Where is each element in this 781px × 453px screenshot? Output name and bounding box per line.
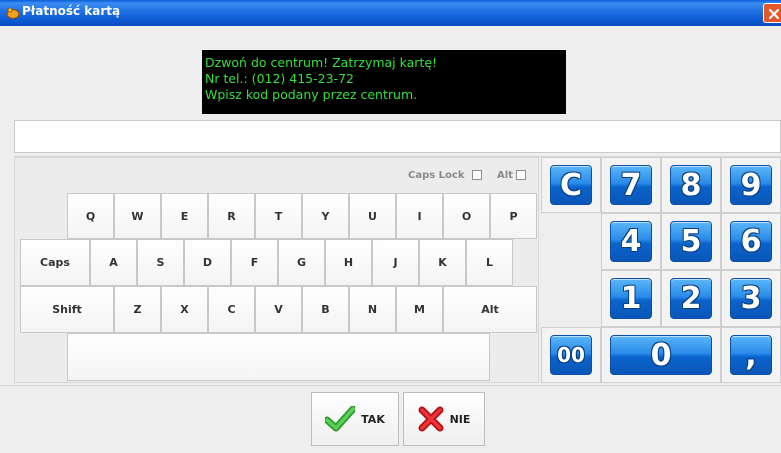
numpad-key-9[interactable]: 9: [721, 157, 781, 213]
close-button[interactable]: [763, 3, 781, 23]
key-t[interactable]: T: [255, 193, 302, 239]
key-p[interactable]: P: [490, 193, 537, 239]
code-input[interactable]: [14, 120, 781, 153]
numpad-key-8[interactable]: 8: [661, 157, 721, 213]
key-j[interactable]: J: [372, 239, 419, 286]
key-label: 0: [610, 335, 712, 375]
numpad-key-6[interactable]: 6: [721, 213, 781, 270]
key-label: 7: [610, 165, 652, 205]
key-w[interactable]: W: [114, 193, 161, 239]
numpad-key-5[interactable]: 5: [661, 213, 721, 270]
key-c[interactable]: C: [208, 286, 255, 333]
message-line: Wpisz kod podany przez centrum.: [205, 87, 418, 102]
key-b[interactable]: B: [302, 286, 349, 333]
numpad-key-clear[interactable]: C: [541, 157, 601, 213]
red-x-icon: [418, 406, 444, 432]
message-panel: Dzwoń do centrum! Zatrzymaj kartę! Nr te…: [202, 50, 566, 114]
numpad-key-1[interactable]: 1: [601, 270, 661, 327]
numpad-key-3[interactable]: 3: [721, 270, 781, 327]
numpad: C 7 8 9 4 5 6 1 2 3 00 0 ,: [541, 157, 781, 383]
green-check-icon: [325, 406, 356, 432]
key-a[interactable]: A: [90, 239, 137, 286]
title-bar[interactable]: Płatność kartą: [0, 0, 781, 26]
cancel-label: NIE: [449, 412, 471, 426]
key-u[interactable]: U: [349, 193, 396, 239]
key-z[interactable]: Z: [114, 286, 161, 333]
key-h[interactable]: H: [325, 239, 372, 286]
alt-checkbox[interactable]: [516, 170, 526, 180]
key-label: 1: [610, 278, 652, 319]
key-label: 00: [550, 335, 592, 375]
key-e[interactable]: E: [161, 193, 208, 239]
key-s[interactable]: S: [137, 239, 184, 286]
numpad-key-00[interactable]: 00: [541, 327, 601, 383]
key-label: ,: [730, 335, 772, 375]
key-label: 5: [670, 221, 712, 262]
numpad-key-4[interactable]: 4: [601, 213, 661, 270]
key-label: 8: [670, 165, 712, 205]
key-d[interactable]: D: [184, 239, 231, 286]
app-icon: [6, 7, 20, 19]
key-space[interactable]: [67, 333, 490, 381]
message-line: Nr tel.: (012) 415-23-72: [205, 71, 354, 86]
key-g[interactable]: G: [278, 239, 325, 286]
key-label: 3: [730, 278, 772, 319]
message-line: Dzwoń do centrum! Zatrzymaj kartę!: [205, 55, 438, 70]
key-v[interactable]: V: [255, 286, 302, 333]
numpad-key-2[interactable]: 2: [661, 270, 721, 327]
key-caps[interactable]: Caps: [20, 239, 90, 286]
alt-label: Alt: [497, 170, 513, 181]
card-payment-window: Płatność kartą Dzwoń do centrum! Zatrzym…: [0, 0, 781, 453]
key-r[interactable]: R: [208, 193, 255, 239]
key-m[interactable]: M: [396, 286, 443, 333]
key-shift[interactable]: Shift: [20, 286, 114, 333]
key-y[interactable]: Y: [302, 193, 349, 239]
key-label: 2: [670, 278, 712, 319]
key-k[interactable]: K: [419, 239, 466, 286]
close-icon: [768, 8, 780, 20]
cancel-button[interactable]: NIE: [403, 392, 485, 446]
key-label: 6: [730, 221, 772, 262]
key-i[interactable]: I: [396, 193, 443, 239]
numpad-key-comma[interactable]: ,: [721, 327, 781, 383]
caps-lock-checkbox[interactable]: [472, 170, 482, 180]
numpad-key-0[interactable]: 0: [601, 327, 721, 383]
key-x[interactable]: X: [161, 286, 208, 333]
window-title: Płatność kartą: [22, 4, 121, 18]
key-q[interactable]: Q: [67, 193, 114, 239]
ok-label: TAK: [361, 412, 385, 426]
key-label: C: [550, 165, 592, 205]
key-l[interactable]: L: [466, 239, 513, 286]
caps-lock-label: Caps Lock: [408, 170, 465, 181]
ok-button[interactable]: TAK: [311, 392, 399, 446]
divider: [0, 385, 781, 386]
key-f[interactable]: F: [231, 239, 278, 286]
key-n[interactable]: N: [349, 286, 396, 333]
key-label: 9: [730, 165, 772, 205]
key-o[interactable]: O: [443, 193, 490, 239]
key-label: 4: [610, 221, 652, 262]
key-alt[interactable]: Alt: [443, 286, 537, 333]
numpad-key-7[interactable]: 7: [601, 157, 661, 213]
